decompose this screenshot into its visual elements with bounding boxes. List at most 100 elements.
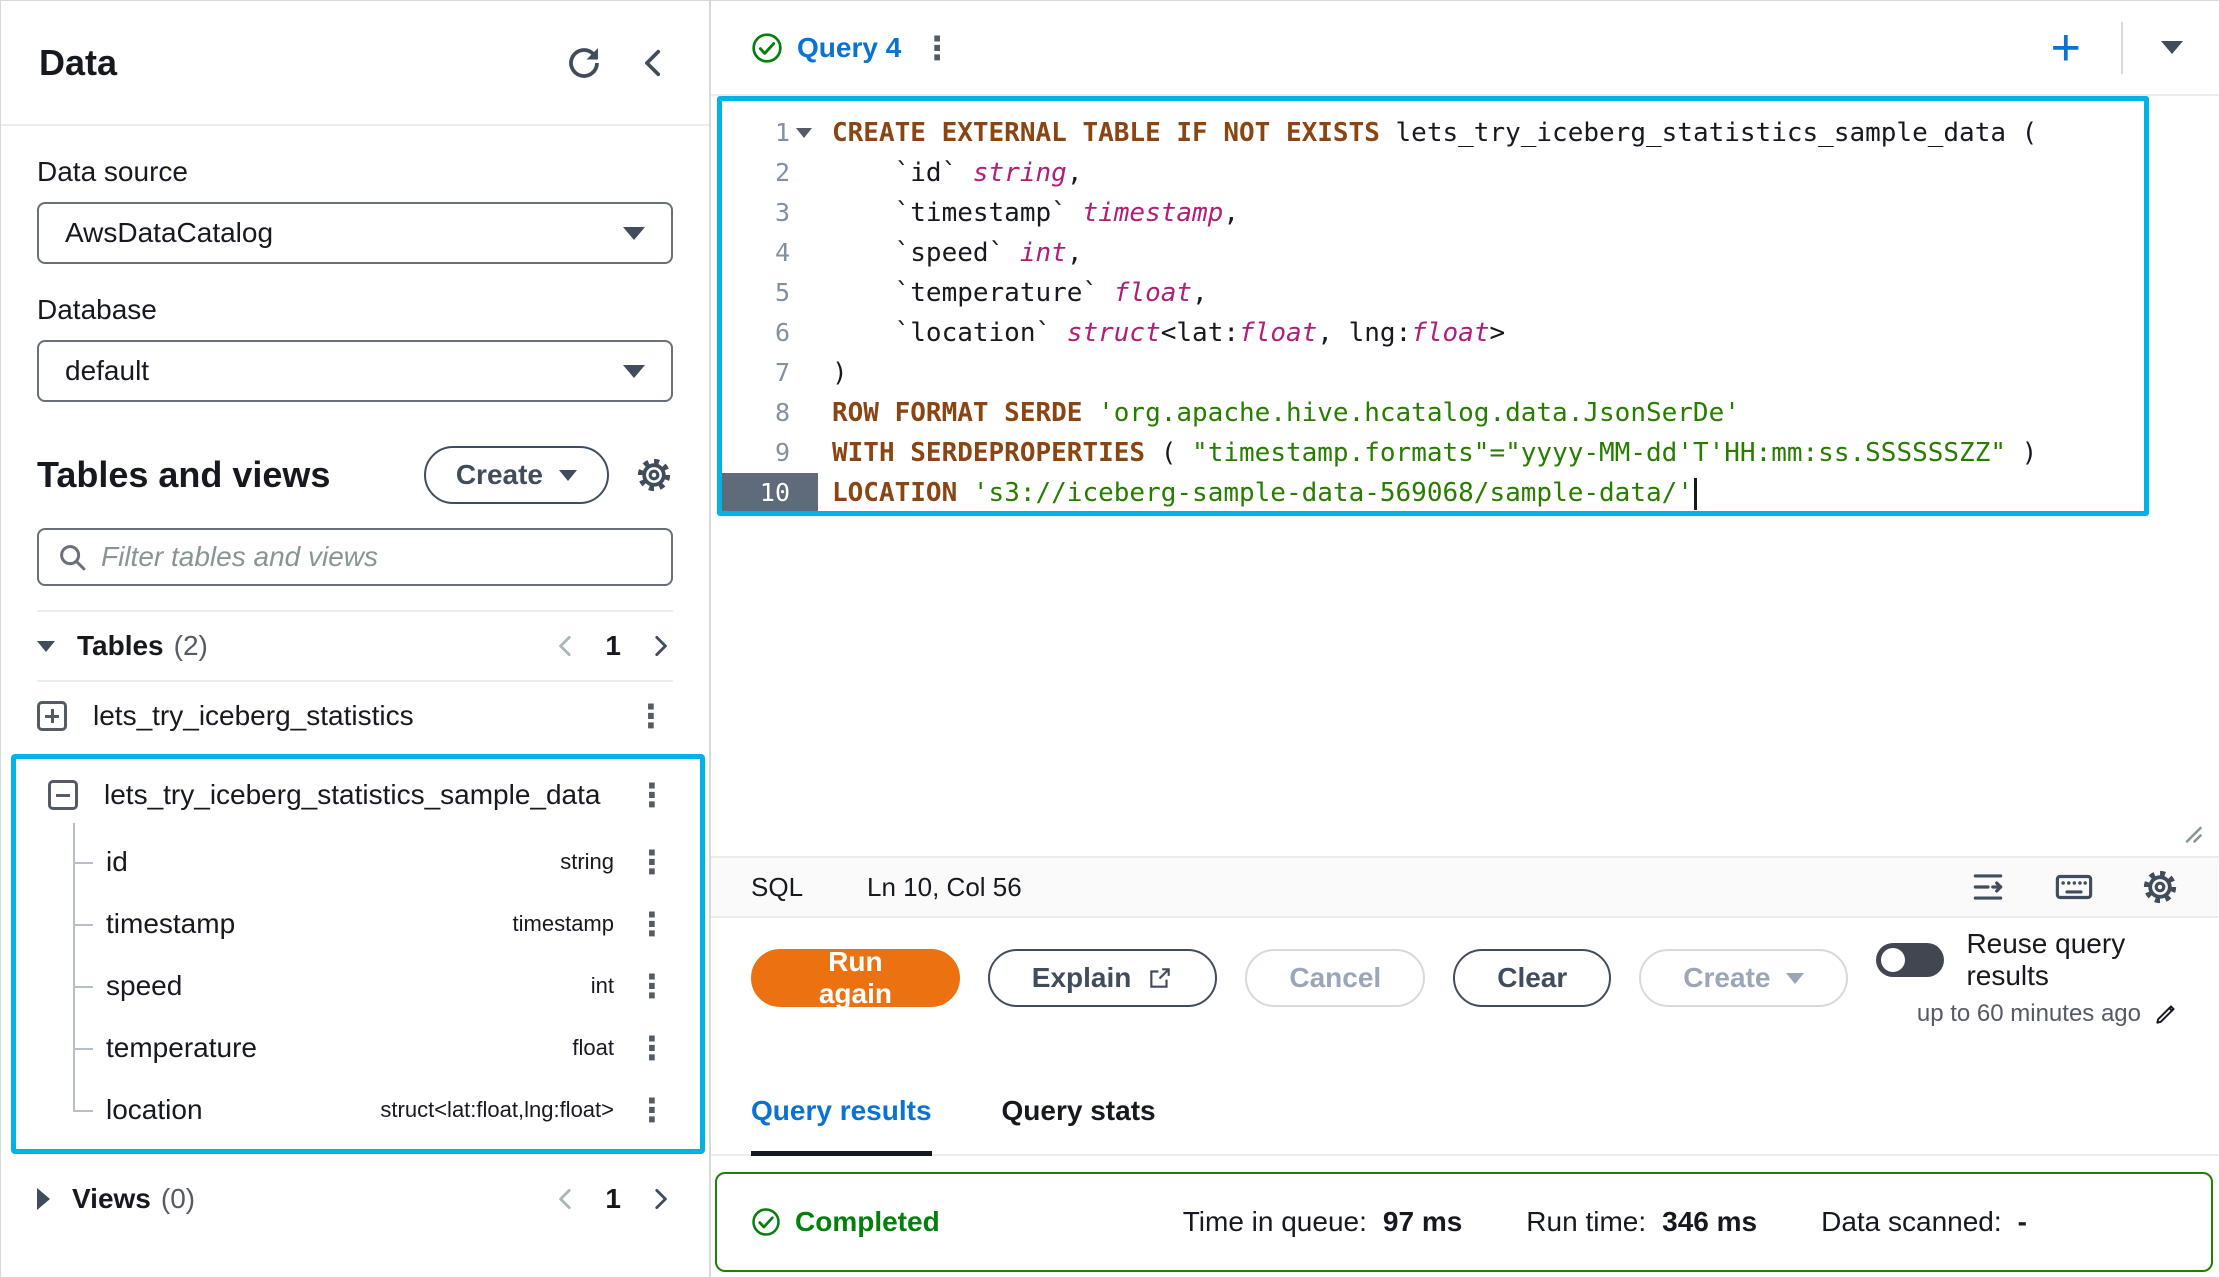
line-number: 8 <box>722 393 818 433</box>
editor-language: SQL <box>751 872 803 903</box>
code-line[interactable]: 9WITH SERDEPROPERTIES ( "timestamp.forma… <box>722 433 2144 473</box>
check-circle-icon <box>751 32 783 64</box>
tab-query-results[interactable]: Query results <box>751 1095 932 1156</box>
column-row[interactable]: location struct<lat:float,lng:float> ⋮ <box>48 1079 674 1141</box>
code-line[interactable]: 4 `speed` int, <box>722 233 2144 273</box>
chevron-down-icon <box>623 227 645 240</box>
page-next-icon[interactable] <box>647 1186 673 1212</box>
code-line[interactable]: 2 `id` string, <box>722 153 2144 193</box>
gear-icon[interactable] <box>635 456 673 494</box>
resize-handle-icon[interactable] <box>2175 816 2205 846</box>
cancel-button[interactable]: Cancel <box>1245 949 1425 1007</box>
column-name: temperature <box>106 1032 257 1064</box>
code-line[interactable]: 5 `temperature` float, <box>722 273 2144 313</box>
code-line[interactable]: 1CREATE EXTERNAL TABLE IF NOT EXISTS let… <box>722 113 2144 153</box>
kebab-menu-button[interactable]: ⋮ <box>630 1032 674 1064</box>
section-expand-icon[interactable] <box>37 1188 50 1210</box>
views-count: (0) <box>161 1183 195 1215</box>
query-status-banner: Completed Time in queue:97 ms Run time:3… <box>715 1172 2213 1272</box>
explain-button[interactable]: Explain <box>988 949 1218 1007</box>
code-lines: 1CREATE EXTERNAL TABLE IF NOT EXISTS let… <box>717 96 2149 516</box>
column-name: speed <box>106 970 182 1002</box>
database-select[interactable]: default <box>37 340 673 402</box>
expand-table-icon[interactable] <box>37 701 67 731</box>
create-dropdown-button[interactable]: Create <box>1639 949 1848 1007</box>
column-row[interactable]: temperaturefloat⋮ <box>48 1017 674 1079</box>
query-editor-main: Query 4 ⋮ + 1CREATE EXTERNAL TABLE IF NO… <box>711 1 2219 1277</box>
code-line[interactable]: 6 `location` struct<lat:float, lng:float… <box>722 313 2144 353</box>
kebab-menu-button[interactable]: ⋮ <box>630 779 674 811</box>
tab-query-stats[interactable]: Query stats <box>1002 1095 1156 1156</box>
code-line[interactable]: 3 `timestamp` timestamp, <box>722 193 2144 233</box>
column-row[interactable]: speed int ⋮ <box>48 955 674 1017</box>
database-value: default <box>65 355 623 387</box>
page-prev-icon[interactable] <box>553 633 579 659</box>
line-number: 9 <box>722 433 818 473</box>
create-button[interactable]: Create <box>424 446 609 504</box>
column-name: location <box>106 1094 203 1126</box>
filter-tables-input[interactable] <box>101 541 653 573</box>
chevron-down-icon <box>623 365 645 378</box>
chevron-down-icon <box>559 470 577 481</box>
clear-button[interactable]: Clear <box>1453 949 1611 1007</box>
editor-settings-icon[interactable] <box>2141 868 2179 906</box>
tab-list-dropdown-icon[interactable] <box>2161 41 2183 54</box>
column-list: idstring⋮timestamptimestamp⋮speedint⋮tem… <box>48 831 674 1141</box>
kebab-menu-button[interactable]: ⋮ <box>630 970 674 1002</box>
column-type: struct<lat:float,lng:float> <box>380 1097 614 1123</box>
tables-and-views-title: Tables and views <box>37 454 424 496</box>
tables-count: (2) <box>174 630 208 662</box>
code-line[interactable]: 7) <box>722 353 2144 393</box>
tab-query-4[interactable]: Query 4 ⋮ <box>751 32 959 64</box>
collapse-panel-icon[interactable] <box>637 46 671 80</box>
refresh-icon[interactable] <box>565 44 603 82</box>
page-next-icon[interactable] <box>647 633 673 659</box>
line-number: 7 <box>722 353 818 393</box>
athena-query-editor-app: Data Data source AwsDataCatalog Database… <box>0 0 2220 1278</box>
chevron-down-icon <box>1786 973 1804 984</box>
format-query-icon[interactable] <box>1969 868 2007 906</box>
status-badge: Completed <box>795 1206 940 1238</box>
kebab-menu-button[interactable]: ⋮ <box>629 700 673 732</box>
query-tab-label: Query 4 <box>797 32 901 64</box>
new-tab-button[interactable]: + <box>2051 22 2081 74</box>
data-source-value: AwsDataCatalog <box>65 217 623 249</box>
data-source-select[interactable]: AwsDataCatalog <box>37 202 673 264</box>
table-row: lets_try_iceberg_statistics ⋮ <box>37 680 673 750</box>
metric-time-in-queue: Time in queue:97 ms <box>1183 1206 1463 1238</box>
run-again-button[interactable]: Run again <box>751 949 960 1007</box>
line-number: 10 <box>722 473 818 513</box>
keyboard-shortcuts-icon[interactable] <box>2053 866 2095 908</box>
kebab-menu-button[interactable]: ⋮ <box>915 32 959 64</box>
filter-tables-field <box>37 528 673 586</box>
kebab-menu-button[interactable]: ⋮ <box>630 846 674 878</box>
reuse-results-toggle[interactable] <box>1876 943 1944 977</box>
collapse-table-icon[interactable] <box>48 780 78 810</box>
kebab-menu-button[interactable]: ⋮ <box>630 908 674 940</box>
table-name[interactable]: lets_try_iceberg_statistics <box>93 700 629 732</box>
code-line[interactable]: 10LOCATION 's3://iceberg-sample-data-569… <box>722 473 2144 513</box>
views-pagination: 1 <box>553 1183 673 1215</box>
section-collapse-icon[interactable] <box>37 641 55 652</box>
page-number: 1 <box>605 630 621 662</box>
database-label: Database <box>37 294 673 326</box>
search-icon <box>57 542 87 572</box>
data-panel: Data Data source AwsDataCatalog Database… <box>1 1 711 1277</box>
kebab-menu-button[interactable]: ⋮ <box>630 1094 674 1126</box>
column-row[interactable]: timestamptimestamp⋮ <box>48 893 674 955</box>
external-link-icon <box>1147 965 1173 991</box>
edit-pencil-icon[interactable] <box>2153 1001 2179 1027</box>
column-row[interactable]: idstring⋮ <box>48 831 674 893</box>
column-type: int <box>591 973 614 999</box>
divider <box>2121 22 2123 74</box>
sql-editor[interactable]: 1CREATE EXTERNAL TABLE IF NOT EXISTS let… <box>711 96 2219 856</box>
page-number: 1 <box>605 1183 621 1215</box>
column-name: timestamp <box>106 908 235 940</box>
page-prev-icon[interactable] <box>553 1186 579 1212</box>
data-panel-header: Data <box>1 1 709 126</box>
fold-caret-icon[interactable] <box>796 128 812 138</box>
table-name[interactable]: lets_try_iceberg_statistics_sample_data <box>104 779 630 811</box>
code-line[interactable]: 8ROW FORMAT SERDE 'org.apache.hive.hcata… <box>722 393 2144 433</box>
tables-pagination: 1 <box>553 630 673 662</box>
reuse-query-results-group: Reuse query results up to 60 minutes ago <box>1876 928 2179 1028</box>
